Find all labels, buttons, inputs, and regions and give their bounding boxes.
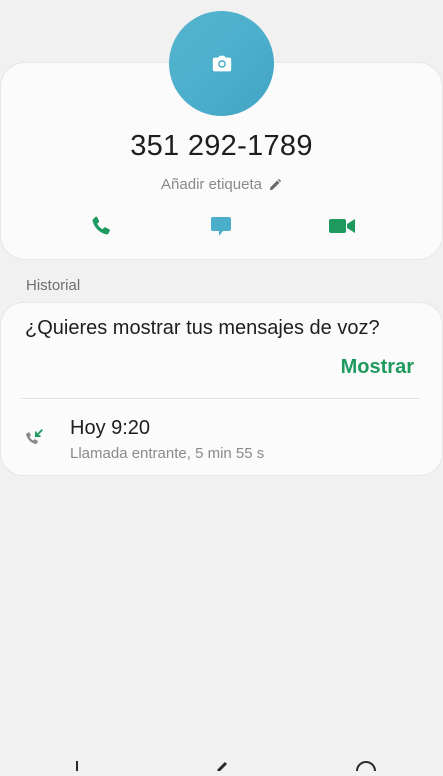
back-icon: [356, 761, 376, 772]
nav-recents-button[interactable]: [72, 758, 82, 771]
message-button[interactable]: [206, 212, 236, 240]
voicemail-prompt: ¿Quieres mostrar tus mensajes de voz?: [25, 317, 380, 339]
nav-back-button[interactable]: [355, 758, 377, 772]
message-icon: [211, 217, 231, 236]
contact-avatar[interactable]: [169, 11, 274, 116]
nav-home-button[interactable]: [216, 758, 230, 773]
show-voicemail-button[interactable]: Mostrar: [341, 356, 414, 379]
phone-icon: [92, 216, 110, 235]
home-icon: [216, 761, 228, 773]
camera-icon: [212, 55, 231, 71]
call-detail: Llamada entrante, 5 min 55 s: [70, 445, 265, 462]
history-section-title: Historial: [26, 277, 81, 294]
call-button[interactable]: [86, 212, 116, 240]
add-label-text: Añadir etiqueta: [161, 176, 262, 193]
incoming-call-icon: [26, 429, 43, 445]
pencil-icon: [269, 178, 282, 190]
add-label-link[interactable]: Añadir etiqueta: [0, 176, 443, 193]
recents-icon: [76, 761, 78, 771]
divider: [21, 398, 420, 399]
call-time[interactable]: Hoy 9:20: [70, 417, 150, 440]
video-icon: [329, 219, 355, 233]
phone-number: 351 292-1789: [130, 130, 313, 162]
video-call-button[interactable]: [327, 212, 357, 240]
